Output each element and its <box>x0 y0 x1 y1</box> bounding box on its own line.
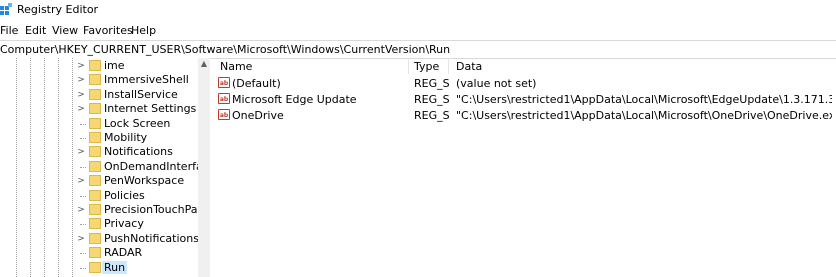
tree-node[interactable]: > PrecisionTouchPad <box>0 203 204 217</box>
folder-icon <box>89 247 101 259</box>
tree-node-label[interactable]: ImmersiveShell <box>104 73 189 86</box>
address-path[interactable]: Computer\HKEY_CURRENT_USER\Software\Micr… <box>0 43 450 56</box>
value-row[interactable]: abOneDrive REG_SZ "C:\Users\restricted1\Ap… <box>212 108 836 123</box>
folder-icon <box>89 218 101 230</box>
tree-branch-line <box>80 253 86 255</box>
string-value-icon: ab <box>218 93 230 104</box>
value-data-cell: (value not set) <box>456 77 537 90</box>
tree-node[interactable]: > InstallService <box>0 88 198 102</box>
folder-icon <box>89 146 101 158</box>
tree-node-label[interactable]: Policies <box>104 189 145 202</box>
value-type-cell: REG_SZ <box>414 109 450 122</box>
menu-help[interactable]: Help <box>131 24 156 37</box>
value-name-cell: Microsoft Edge Update <box>232 93 357 106</box>
value-row[interactable]: ab(Default) REG_SZ (value not set) <box>212 76 836 91</box>
tree-node[interactable]: > PenWorkspace <box>0 174 198 188</box>
tree-node-label[interactable]: RADAR <box>104 246 142 259</box>
tree-pane[interactable]: > ime > ImmersiveShell > InstallService > Inter… <box>0 58 209 277</box>
tree-node[interactable]: > ime <box>0 59 198 73</box>
tree-node[interactable]: OnDemandInterfaceC <box>0 160 208 174</box>
tree-node[interactable]: > Internet Settings <box>0 102 198 116</box>
folder-icon <box>89 204 101 215</box>
tree-branch-line <box>80 138 86 139</box>
tree-node-label[interactable]: Internet Settings <box>104 102 196 115</box>
address-bar[interactable]: Computer\HKEY_CURRENT_USER\Software\Micr… <box>0 40 836 59</box>
window-title: Registry Editor <box>17 3 99 16</box>
tree-node[interactable]: Run <box>0 260 198 275</box>
expand-chevron-icon[interactable]: > <box>76 146 86 158</box>
tree-node[interactable]: > Notifications <box>0 145 198 159</box>
expand-chevron-icon[interactable]: > <box>76 175 86 187</box>
folder-icon <box>89 74 101 86</box>
tree-node-label[interactable]: InstallService <box>104 88 178 101</box>
tree-node-label[interactable]: Lock Screen <box>104 117 170 130</box>
tree-branch-line <box>80 123 86 125</box>
tree-scrollbar[interactable]: ▲ <box>198 58 210 277</box>
expand-chevron-icon[interactable]: > <box>76 60 86 72</box>
tree-node-label[interactable]: Notifications <box>104 145 173 158</box>
menu-bar: File Edit View Favorites Help <box>0 22 836 40</box>
expand-chevron-icon[interactable]: > <box>76 103 86 115</box>
title-bar: Registry Editor <box>0 0 836 20</box>
menu-file[interactable]: File <box>0 24 18 37</box>
column-divider[interactable] <box>408 58 409 74</box>
value-name-cell: (Default) <box>232 77 281 90</box>
column-header-name[interactable]: Name <box>220 60 252 73</box>
expand-chevron-icon[interactable]: > <box>76 89 86 101</box>
folder-icon <box>89 117 101 129</box>
tree-node[interactable]: > PushNotifications <box>0 232 199 246</box>
tree-node-label[interactable]: PushNotifications <box>104 232 199 245</box>
menu-edit[interactable]: Edit <box>25 24 46 37</box>
values-list[interactable]: Name Type Data ab(Default)REG_SZ(value n… <box>212 58 836 277</box>
tree-node-label[interactable]: ime <box>104 59 125 72</box>
folder-icon <box>89 232 101 244</box>
folder-icon <box>89 189 101 201</box>
tree-branch-line <box>80 267 86 269</box>
registry-editor-icon <box>0 3 12 15</box>
tree-node-label[interactable]: OnDemandInterfaceC <box>104 160 208 173</box>
folder-icon <box>89 60 101 71</box>
folder-icon <box>89 160 101 172</box>
expand-chevron-icon[interactable]: > <box>76 233 86 245</box>
string-value-icon: ab <box>218 109 230 120</box>
tree-node[interactable]: Mobility <box>0 131 198 145</box>
tree-node[interactable]: RADAR <box>0 246 198 260</box>
column-header-type[interactable]: Type <box>414 60 439 73</box>
folder-icon <box>89 88 101 100</box>
tree-node[interactable]: Lock Screen <box>0 117 198 131</box>
value-name-cell: OneDrive <box>232 109 284 122</box>
scroll-up-arrow-icon[interactable]: ▲ <box>198 58 210 70</box>
folder-icon <box>89 103 101 115</box>
folder-icon <box>89 261 101 273</box>
folder-icon <box>89 175 101 187</box>
value-data-cell: "C:\Users\restricted1\AppData\Local\Micr… <box>456 93 832 106</box>
tree-node-label[interactable]: Mobility <box>104 131 147 144</box>
tree-node-label[interactable]: PenWorkspace <box>104 174 184 187</box>
folder-icon <box>89 132 101 143</box>
tree-branch-line <box>80 195 86 197</box>
column-divider[interactable] <box>448 58 449 74</box>
tree-branch-line <box>80 224 86 226</box>
expand-chevron-icon[interactable]: > <box>76 74 86 86</box>
value-type-cell: REG_SZ <box>414 93 450 106</box>
tree-node[interactable]: Privacy <box>0 217 198 231</box>
value-data-cell: "C:\Users\restricted1\AppData\Local\Micr… <box>456 109 832 122</box>
expand-chevron-icon[interactable]: > <box>76 204 86 216</box>
tree-node-label[interactable]: Privacy <box>104 217 144 230</box>
menu-view[interactable]: View <box>52 24 78 37</box>
tree-node-label[interactable]: Run <box>102 260 128 274</box>
menu-favorites[interactable]: Favorites <box>83 24 133 37</box>
tree-node-label[interactable]: PrecisionTouchPad <box>104 203 205 216</box>
tree-branch-line <box>80 166 86 168</box>
value-type-cell: REG_SZ <box>414 77 450 90</box>
string-value-icon: ab <box>218 77 230 88</box>
tree-node[interactable]: Policies <box>0 189 198 203</box>
tree-node[interactable]: > ImmersiveShell <box>0 73 198 87</box>
value-row[interactable]: abMicrosoft Edge Update REG_SZ "C:\Users\r… <box>212 92 836 107</box>
column-header-data[interactable]: Data <box>456 60 482 73</box>
